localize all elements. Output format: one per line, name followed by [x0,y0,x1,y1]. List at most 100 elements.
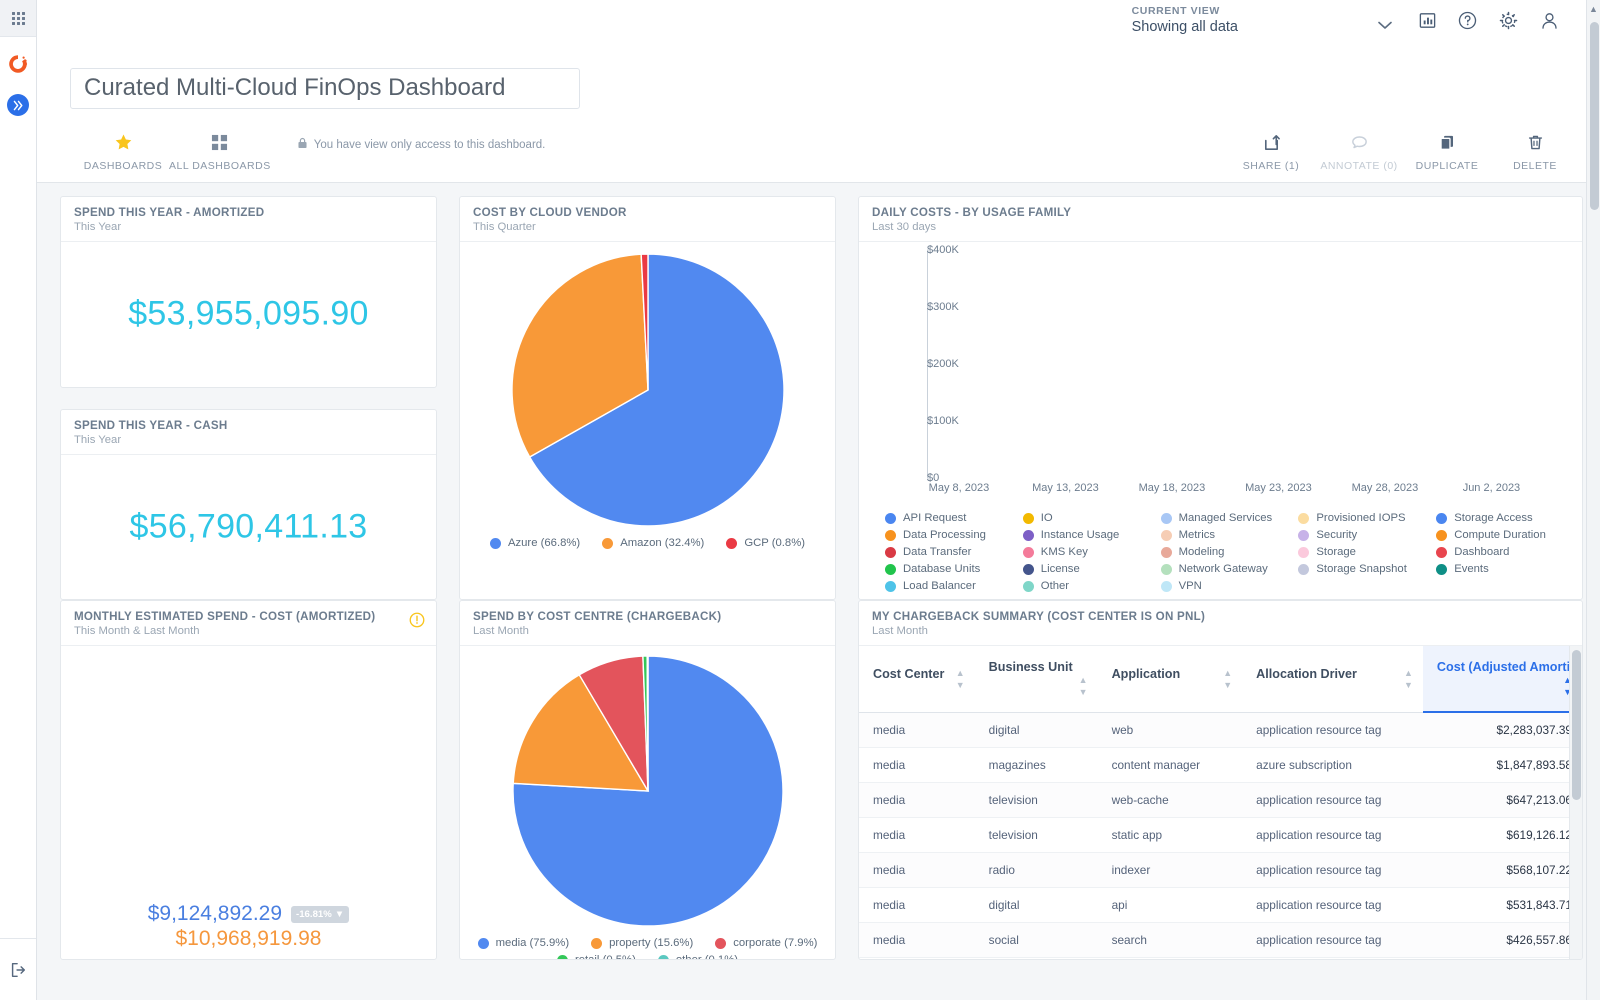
legend-item[interactable]: Other [1023,580,1153,592]
legend-item[interactable]: Storage [1298,546,1428,558]
table-row[interactable]: mediadigitalwebapplication resource tag$… [859,712,1582,748]
legend-color-dot [1023,530,1034,541]
legend-item[interactable]: KMS Key [1023,546,1153,558]
table-cell: $531,843.71 [1423,888,1582,923]
legend-label: API Request [903,512,966,524]
table-column-header[interactable]: Cost (Adjusted Amortized)▲▼ [1423,646,1582,712]
legend-item[interactable]: Storage Snapshot [1298,563,1428,575]
table-row[interactable]: mediasocialsearchapplication resource ta… [859,923,1582,958]
legend-item[interactable]: VPN [1161,580,1291,592]
page-scrollbar[interactable]: ▲ [1586,0,1600,1000]
chevron-down-icon[interactable] [1378,18,1392,33]
table-row[interactable]: mediadigitalapiapplication resource tag$… [859,888,1582,923]
monthly-delta-value: -16.81% [296,909,332,920]
table-column-header[interactable]: Allocation Driver▲▼ [1242,646,1423,712]
legend-item[interactable]: Storage Access [1436,512,1566,524]
share-button-label: SHARE (1) [1243,160,1299,172]
scroll-up-arrow[interactable]: ▲ [1587,4,1600,14]
user-icon[interactable] [1539,10,1560,31]
annotate-button[interactable]: ANNOTATE (0) [1316,131,1402,172]
table-scrollbar-thumb[interactable] [1572,650,1581,800]
table-row[interactable]: mediaradioindexerapplication resource ta… [859,853,1582,888]
dashboard-title-input[interactable] [70,68,580,109]
sort-arrows-icon[interactable]: ▲▼ [956,667,965,691]
legend-label: GCP (0.8%) [744,537,805,549]
legend-item[interactable]: Instance Usage [1023,529,1153,541]
legend-item[interactable]: media (75.9%) [478,937,569,949]
table-body: mediadigitalwebapplication resource tag$… [859,712,1582,959]
page-scrollbar-thumb[interactable] [1590,22,1599,210]
table-column-header[interactable]: Application▲▼ [1098,646,1243,712]
logout-button[interactable] [0,938,36,1000]
y-axis-tick [927,478,932,479]
legend-item[interactable]: Provisioned IOPS [1298,512,1428,524]
legend-item[interactable]: Network Gateway [1161,563,1291,575]
table-column-header[interactable]: Business Unit▲▼ [975,646,1098,712]
legend-item[interactable]: Metrics [1161,529,1291,541]
chargeback-table: Cost Center▲▼Business Unit▲▼Application▲… [859,646,1582,959]
legend-label: property (15.6%) [609,937,693,949]
pie-chart-cloud-vendor[interactable] [512,254,784,531]
table-column-header[interactable]: Cost Center▲▼ [859,646,975,712]
toolbar-item-dashboards[interactable]: DASHBOARDS [77,131,169,172]
reports-icon[interactable] [1418,11,1437,30]
legend-item[interactable]: Load Balancer [885,580,1015,592]
table-row[interactable]: propertyshopping centresfront endresourc… [859,958,1582,960]
current-view-selector[interactable]: CURRENT VIEW Showing all data [1132,4,1392,36]
card-spend-this-year-amortized: SPEND THIS YEAR - AMORTIZED This Year $5… [60,196,437,388]
card-subtitle: Last 30 days [872,221,1569,233]
gear-icon[interactable] [1498,10,1519,31]
legend-item[interactable]: Database Units [885,563,1015,575]
legend-item[interactable]: Events [1436,563,1566,575]
card-subtitle: This Year [74,434,423,446]
sort-arrows-icon[interactable]: ▲▼ [1223,667,1232,691]
legend-item[interactable]: corporate (7.9%) [715,937,817,949]
table-row[interactable]: mediamagazinescontent managerazure subsc… [859,748,1582,783]
toolbar-item-all-dashboards[interactable]: ALL DASHBOARDS [169,131,271,172]
pie-slice[interactable] [647,656,648,791]
duplicate-button[interactable]: DUPLICATE [1404,131,1490,172]
legend-item[interactable]: Modeling [1161,546,1291,558]
share-button[interactable]: SHARE (1) [1228,131,1314,172]
legend-item[interactable]: property (15.6%) [591,937,693,949]
star-icon [114,131,133,153]
table-cell: magazines [975,748,1098,783]
x-axis-tick-label: May 8, 2023 [929,482,990,494]
table-scrollbar[interactable] [1569,646,1582,959]
table-row[interactable]: mediatelevisionstatic appapplication res… [859,818,1582,853]
apps-grid-icon [12,12,25,25]
legend-color-dot [885,547,896,558]
legend-item[interactable]: Security [1298,529,1428,541]
card-body: $0$100K$200K$300K$400K May 8, 2023May 13… [859,242,1582,600]
apps-grid-button[interactable] [0,0,36,37]
stacked-bar-chart[interactable]: $0$100K$200K$300K$400K May 8, 2023May 13… [869,250,1572,500]
legend-item[interactable]: Compute Duration [1436,529,1566,541]
legend-item[interactable]: Data Transfer [885,546,1015,558]
legend-item[interactable]: Azure (66.8%) [490,537,580,549]
card-header: SPEND BY COST CENTRE (CHARGEBACK) Last M… [460,601,835,646]
legend-item[interactable]: Amazon (32.4%) [602,537,704,549]
card-header: COST BY CLOUD VENDOR This Quarter [460,197,835,242]
warning-circle-icon[interactable] [409,612,425,633]
dashboard-toolbar: DASHBOARDS ALL DASHBOARDS [37,121,1600,183]
card-spend-this-year-cash: SPEND THIS YEAR - CASH This Year $56,790… [60,409,437,601]
legend-item[interactable]: License [1023,563,1153,575]
sort-arrows-icon[interactable]: ▲▼ [1404,667,1413,691]
expand-sidebar-button[interactable] [7,94,29,116]
legend-item[interactable]: other (0.1%) [658,954,738,959]
help-icon[interactable] [1457,10,1478,31]
pie-chart-cost-centre[interactable] [513,656,783,931]
legend-item[interactable]: IO [1023,512,1153,524]
dashboard-app: CURRENT VIEW Showing all data [0,0,1600,1000]
delete-button[interactable]: DELETE [1492,131,1578,172]
sort-arrows-icon[interactable]: ▲▼ [1079,674,1088,698]
legend-item[interactable]: Managed Services [1161,512,1291,524]
legend-item[interactable]: Data Processing [885,529,1015,541]
legend-item[interactable]: Dashboard [1436,546,1566,558]
legend-item[interactable]: GCP (0.8%) [726,537,805,549]
table-row[interactable]: mediatelevisionweb-cacheapplication reso… [859,783,1582,818]
legend-item[interactable]: retail (0.5%) [557,954,636,959]
cloudability-logo-icon[interactable] [5,51,31,77]
legend-label: Database Units [903,563,980,575]
legend-item[interactable]: API Request [885,512,1015,524]
